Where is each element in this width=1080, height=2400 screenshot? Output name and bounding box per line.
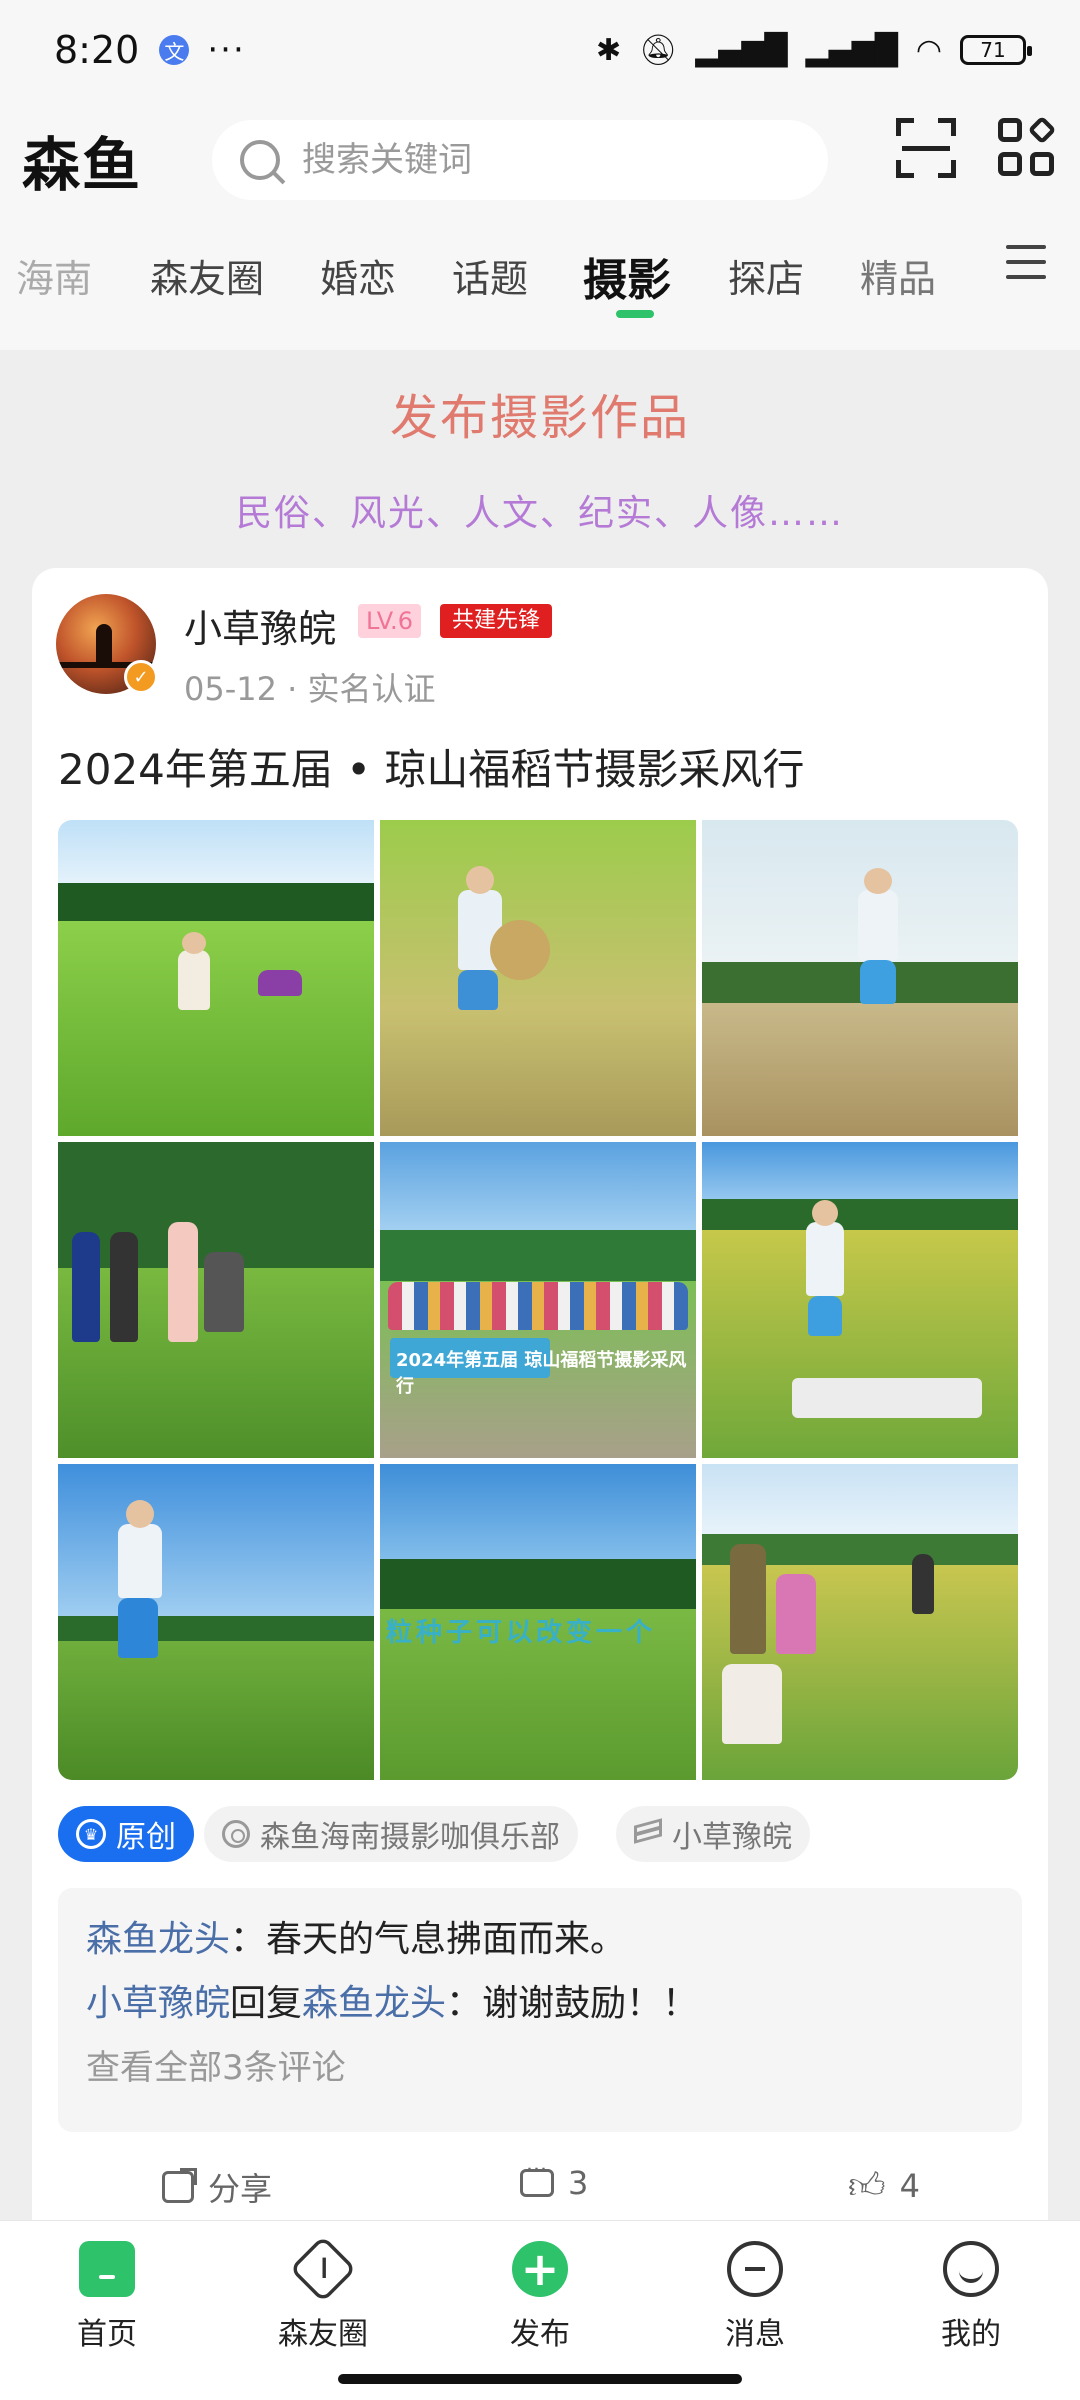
share-button[interactable]: 分享: [162, 2164, 272, 2210]
post-username[interactable]: 小草豫皖: [184, 598, 336, 653]
club-icon: [222, 1820, 250, 1848]
compass-icon: [289, 2235, 357, 2303]
nav-messages[interactable]: 消息: [680, 2241, 830, 2353]
share-icon: [162, 2168, 197, 2203]
status-time: 8:20: [54, 28, 140, 72]
search-icon: [240, 140, 281, 180]
comment-author[interactable]: 森鱼龙头: [86, 1919, 230, 1960]
tag-author-label: 小草豫皖: [672, 1820, 792, 1855]
nav-me-label: 我的: [941, 2317, 1001, 2352]
photo-6[interactable]: [702, 1142, 1018, 1458]
like-button[interactable]: 👍︎ 4: [848, 2164, 920, 2208]
photo-8[interactable]: 粒种子可以改变一个: [380, 1464, 696, 1780]
app-logo: 森鱼: [22, 131, 143, 199]
battery-icon: 71: [960, 35, 1032, 65]
tab-store-visit[interactable]: 探店: [728, 248, 804, 303]
view-all-comments-link[interactable]: 查看全部3条评论: [86, 2036, 994, 2100]
post-date: 05-12: [184, 670, 277, 708]
wifi-icon: ◠: [915, 32, 942, 68]
photo-2[interactable]: [380, 820, 696, 1136]
post-meta: 05-12 · 实名认证: [184, 664, 436, 710]
signal-hd-icon-2: ▂▄▆█: [805, 32, 898, 68]
comment-text: 春天的气息拂面而来。: [266, 1919, 627, 1960]
search-bar[interactable]: [212, 120, 829, 200]
tag-original-label: 原创: [116, 1820, 176, 1855]
status-icons: ✱ 🔕︎ ▂▄▆█ ▂▄▆█ ◠ 71: [595, 32, 1032, 68]
publish-banner-title[interactable]: 发布摄影作品: [0, 378, 1080, 448]
search-input[interactable]: [300, 139, 781, 181]
comment-text: 谢谢鼓励！！: [482, 1983, 699, 2024]
photo-7[interactable]: [58, 1464, 374, 1780]
tab-featured[interactable]: 精品: [860, 248, 936, 303]
layers-icon: [634, 1818, 662, 1846]
tag-original[interactable]: ♛ 原创: [58, 1806, 194, 1862]
pioneer-badge: 共建先锋: [440, 604, 553, 638]
comment-icon: [520, 2158, 554, 2197]
tab-photography[interactable]: 摄影: [583, 244, 671, 308]
post-card[interactable]: ✓ 小草豫皖 LV.6 共建先锋 05-12 · 实名认证 2024年第五届 •…: [32, 568, 1048, 2248]
post-actions: 分享 3 👍︎ 4: [32, 2158, 1048, 2224]
category-tabs: 海南 森友圈 婚恋 话题 摄影 探店 精品: [0, 220, 1080, 350]
comment-count: 3: [568, 2164, 589, 2202]
apps-grid-icon[interactable]: [998, 115, 1057, 178]
photo-9[interactable]: [702, 1464, 1018, 1780]
active-tab-indicator: [616, 310, 654, 318]
smile-icon: [943, 2241, 999, 2297]
photo-slogan: 粒种子可以改变一个: [386, 1618, 657, 1648]
tab-topics[interactable]: 话题: [452, 248, 528, 303]
nav-me[interactable]: 我的: [896, 2241, 1046, 2353]
meta-separator: ·: [287, 670, 298, 708]
share-label: 分享: [208, 2170, 273, 2208]
home-icon: [79, 2241, 135, 2297]
menu-icon[interactable]: [1006, 245, 1046, 279]
comments-preview[interactable]: 森鱼龙头：春天的气息拂面而来。 小草豫皖回复森鱼龙头：谢谢鼓励！！ 查看全部3条…: [58, 1888, 1022, 2132]
mute-icon: 🔕︎: [639, 32, 678, 68]
tab-dating[interactable]: 婚恋: [320, 248, 396, 303]
post-title[interactable]: 2024年第五届 • 琼山福稻节摄影采风行: [58, 736, 804, 797]
status-bar: 8:20 文 ··· ✱ 🔕︎ ▂▄▆█ ▂▄▆█ ◠ 71: [0, 0, 1080, 100]
nav-home-label: 首页: [77, 2317, 137, 2352]
thumbs-up-icon: 👍︎: [848, 2166, 886, 2207]
nav-messages-label: 消息: [725, 2317, 785, 2352]
level-badge: LV.6: [358, 604, 421, 638]
message-icon: [727, 2241, 783, 2297]
photo-4[interactable]: [58, 1142, 374, 1458]
like-count: 4: [899, 2167, 920, 2205]
app-header: 森鱼: [0, 100, 1080, 220]
nav-home[interactable]: 首页: [32, 2241, 182, 2353]
photo-banner-text: 2024年第五届 琼山福稻节摄影采风行: [396, 1350, 687, 1397]
photo-3[interactable]: [702, 820, 1018, 1136]
more-notifications-icon: ···: [207, 30, 246, 70]
tab-hainan[interactable]: 海南: [16, 248, 92, 303]
plus-icon: +: [512, 2241, 568, 2297]
comment-reply-target[interactable]: 森鱼龙头: [302, 1983, 446, 2024]
bluetooth-icon: ✱: [595, 32, 622, 68]
scan-icon[interactable]: [896, 118, 956, 178]
app-notification-icon: 文: [159, 35, 190, 65]
nav-friends-circle-label: 森友圈: [278, 2317, 368, 2352]
nav-publish-label: 发布: [510, 2317, 570, 2352]
verified-icon: ✓: [124, 660, 158, 694]
photo-5[interactable]: 2024年第五届 琼山福稻节摄影采风行: [380, 1142, 696, 1458]
photo-grid: 2024年第五届 琼山福稻节摄影采风行 粒种子可以改变一个: [58, 820, 1018, 1780]
crown-icon: ♛: [76, 1819, 106, 1849]
comment-author[interactable]: 小草豫皖: [86, 1983, 230, 2024]
bottom-nav: 首页 森友圈 + 发布 消息 我的: [0, 2220, 1080, 2400]
nav-publish[interactable]: + 发布: [465, 2241, 615, 2353]
home-indicator[interactable]: [338, 2374, 742, 2384]
verification-label: 实名认证: [307, 670, 436, 708]
comment-button[interactable]: 3: [520, 2158, 589, 2202]
signal-hd-icon: ▂▄▆█: [695, 32, 788, 68]
tag-club[interactable]: 森鱼海南摄影咖俱乐部: [204, 1806, 578, 1862]
tag-author[interactable]: 小草豫皖: [616, 1806, 810, 1862]
comment-item: 森鱼龙头：春天的气息拂面而来。: [86, 1919, 627, 1960]
nav-friends-circle[interactable]: 森友圈: [248, 2235, 398, 2353]
publish-banner-subtitle: 民俗、风光、人文、纪实、人像……: [235, 493, 844, 534]
comment-item: 小草豫皖回复森鱼龙头：谢谢鼓励！！: [86, 1983, 699, 2024]
tag-club-label: 森鱼海南摄影咖俱乐部: [260, 1820, 560, 1855]
tab-friends-circle[interactable]: 森友圈: [150, 248, 264, 303]
photo-1[interactable]: [58, 820, 374, 1136]
